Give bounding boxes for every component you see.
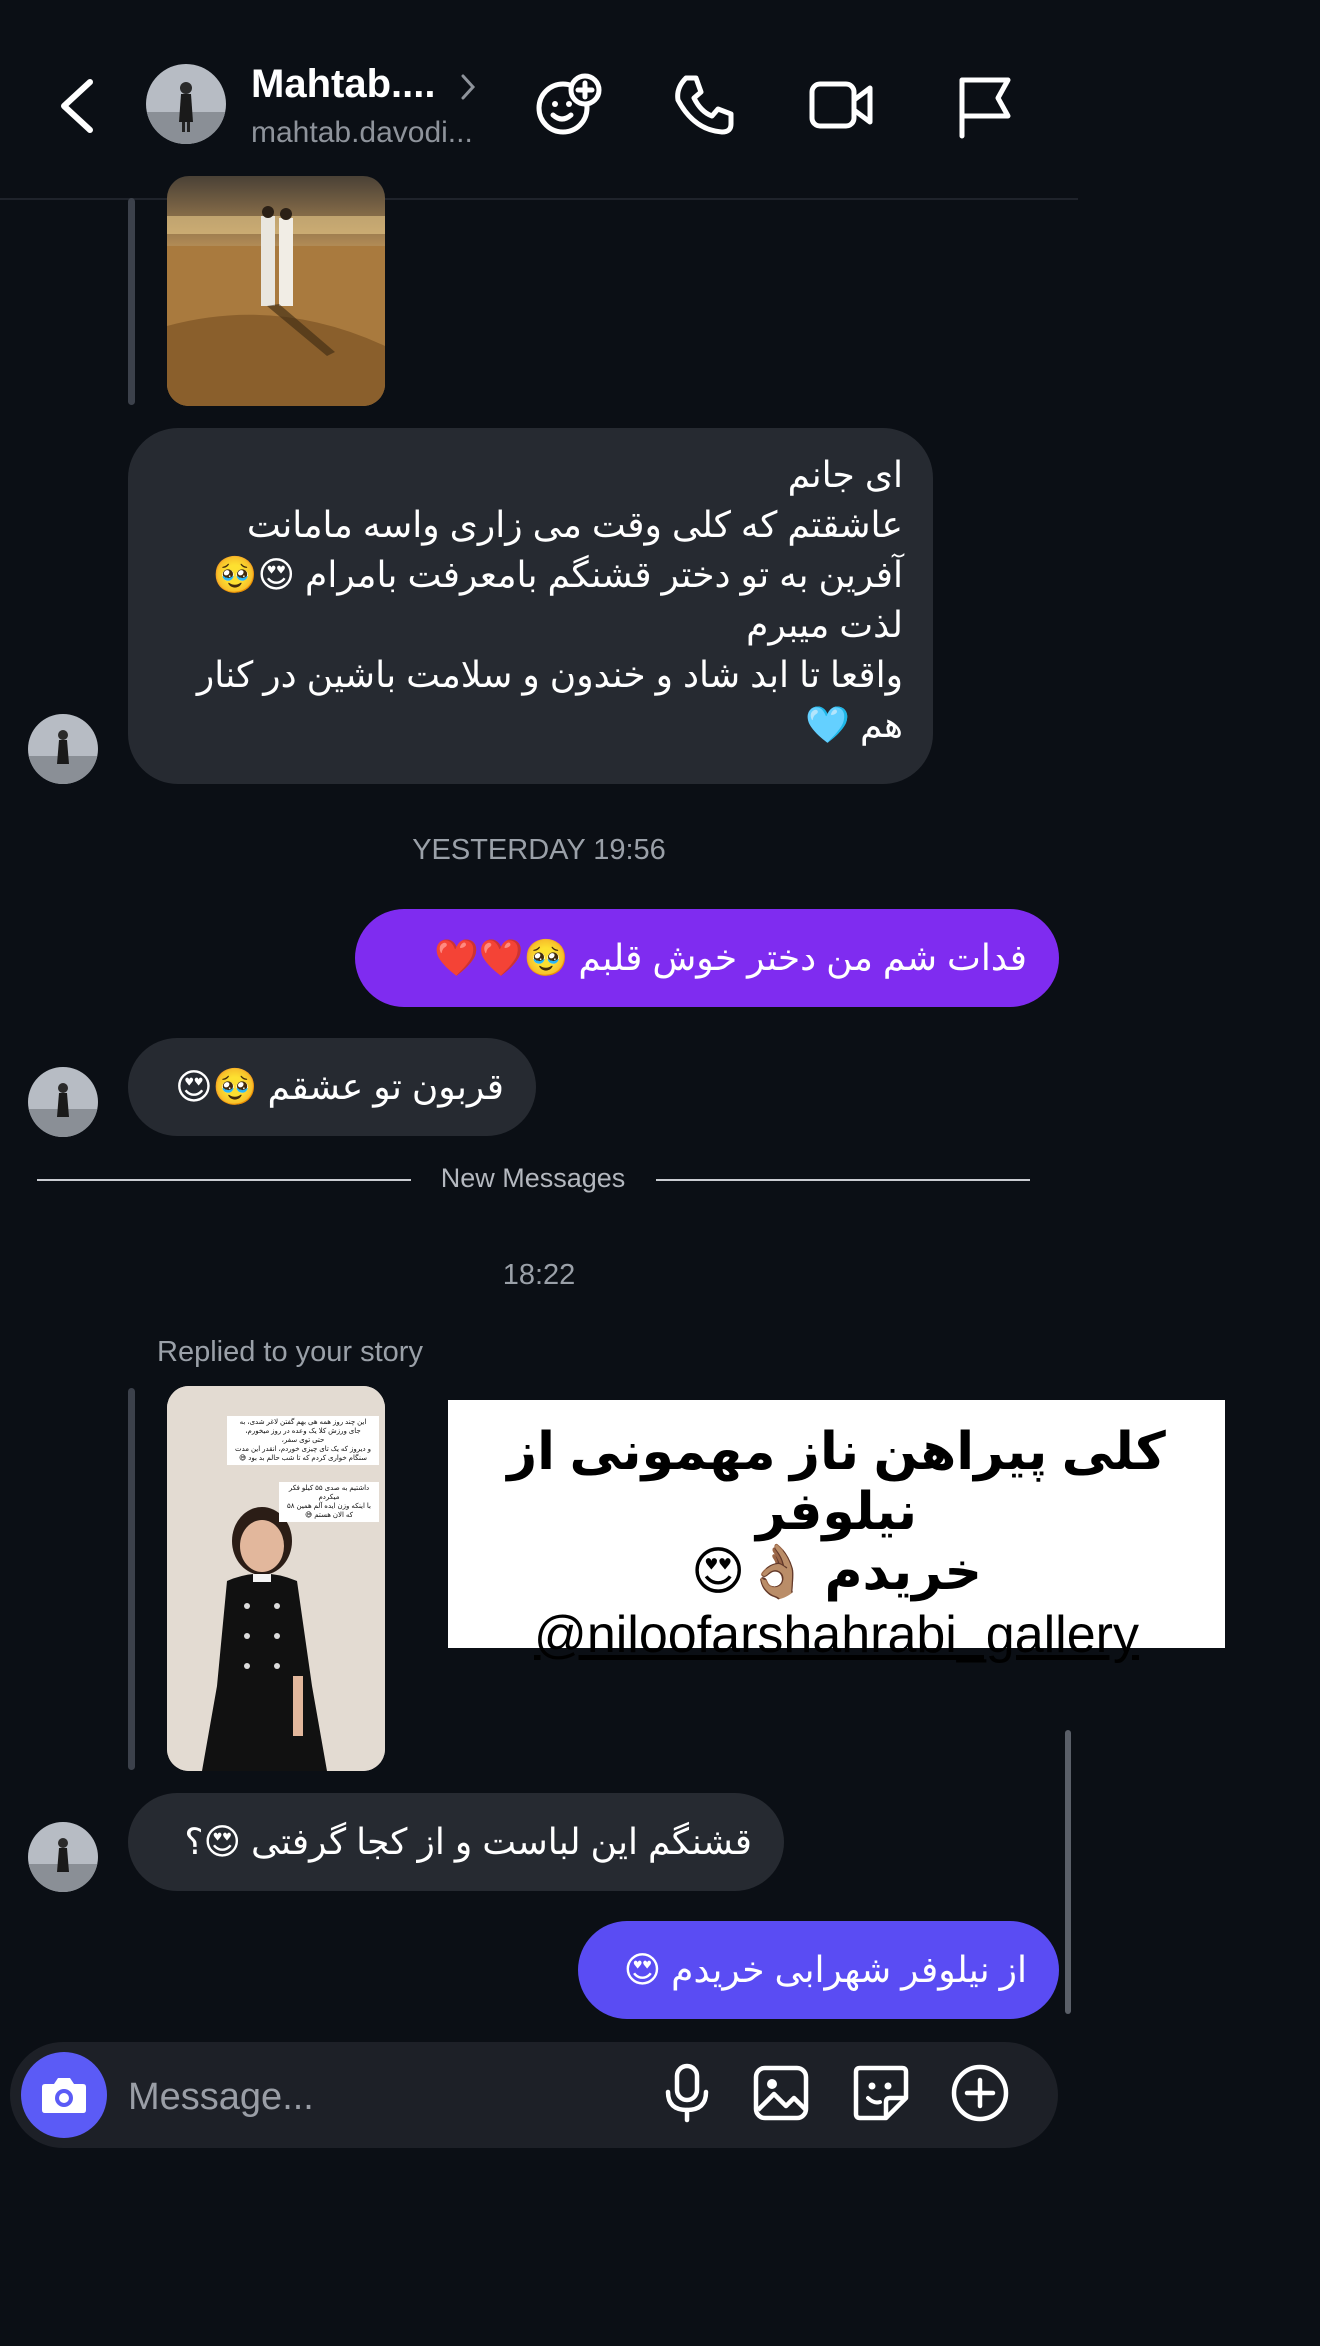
message-text: فدات شم من دختر خوش قلبم 🥹❤️❤️ (433, 937, 1027, 978)
avatar[interactable] (28, 714, 98, 784)
effects-icon[interactable] (533, 70, 603, 140)
camera-icon (42, 2078, 86, 2113)
sticker-icon[interactable] (848, 2060, 914, 2126)
scrollbar[interactable] (1065, 1730, 1071, 2014)
incoming-message-bubble[interactable]: قشنگم این لباست و از کجا گرفتی 😍؟ (128, 1793, 784, 1891)
flag-icon[interactable] (950, 70, 1020, 140)
chevron-right-icon[interactable] (458, 72, 478, 102)
story-caption-line: و دیروز که یک تای چیزی خوردم، انقدر این … (235, 1446, 371, 1453)
sticker-line: کلی پیراهن ناز مهمونی از نیلوفر (507, 1423, 1166, 1541)
contact-name[interactable]: Mahtab.... (251, 62, 435, 107)
story-caption-line: این چند روز همه هی بهم گفتن لاغر شدی، به (239, 1419, 367, 1426)
microphone-icon[interactable] (654, 2060, 720, 2126)
outgoing-message-bubble[interactable]: فدات شم من دختر خوش قلبم 🥹❤️❤️ (355, 909, 1059, 1007)
story-caption-line: داشتیم به صدی ۵۵ کیلو فکر (288, 1485, 370, 1492)
story-caption-line: که الان هستم 😅 (304, 1512, 353, 1519)
video-icon[interactable] (806, 70, 876, 140)
new-messages-label: New Messages (440, 1163, 626, 1193)
timestamp-separator: YESTERDAY 19:56 (412, 834, 666, 866)
sticker-line: خریدم 👌🏽😍 (691, 1543, 982, 1601)
gallery-icon[interactable] (748, 2060, 814, 2126)
incoming-message-bubble[interactable]: ای جانم عاشقتم که کلی وقت می زاری واسه م… (128, 428, 933, 784)
back-icon[interactable] (52, 76, 102, 136)
message-line: عاشقتم که کلی وقت می زاری واسه مامانت (246, 504, 903, 545)
message-line: آفرین به تو دختر قشنگم بامعرفت بامرام 😍🥹 (212, 554, 903, 595)
outgoing-message-bubble[interactable]: از نیلوفر شهرابی خریدم 😍 (578, 1921, 1059, 2019)
phone-icon[interactable] (668, 70, 738, 140)
story-caption-line: جای ورزش کلا یک وعده در روز میخورم، (245, 1428, 361, 1435)
camera-button[interactable] (21, 2052, 107, 2138)
avatar[interactable] (146, 64, 226, 144)
timestamp-separator: 18:22 (502, 1259, 576, 1291)
story-caption-line: حتی توی سفر، (281, 1437, 325, 1444)
reply-indicator-bar (128, 1388, 135, 1770)
divider-line (37, 1179, 411, 1181)
message-input[interactable] (126, 2066, 630, 2128)
avatar[interactable] (28, 1067, 98, 1137)
sticker-handle[interactable]: @niloofarshahrabi_gallery (448, 1602, 1225, 1668)
message-line: لذت میبرم (746, 604, 903, 645)
message-text: از نیلوفر شهرابی خریدم 😍 (623, 1949, 1027, 1990)
story-caption-line: با اینکه وزن ایده آلم همین ۵۸ (287, 1503, 371, 1510)
add-icon[interactable] (947, 2060, 1013, 2126)
story-caption-box: این چند روز همه هی بهم گفتن لاغر شدی، به… (227, 1416, 379, 1465)
message-text: قشنگم این لباست و از کجا گرفتی 😍؟ (184, 1821, 752, 1862)
story-caption-box: داشتیم به صدی ۵۵ کیلو فکر میکردم با اینک… (279, 1482, 379, 1522)
story-caption-line: سنگام خواری کردم که تا شب حالم بد بود 😅 (239, 1455, 367, 1462)
story-thumbnail-beach[interactable] (167, 176, 385, 406)
contact-username[interactable]: mahtab.davodi... (251, 116, 473, 150)
story-thumbnail[interactable]: این چند روز همه هی بهم گفتن لاغر شدی، به… (167, 1386, 385, 1771)
reply-indicator-bar (128, 198, 135, 405)
story-text-sticker[interactable]: کلی پیراهن ناز مهمونی از نیلوفر خریدم 👌🏽… (448, 1400, 1225, 1664)
incoming-message-bubble[interactable]: قربون تو عشقم 🥹😍 (128, 1038, 536, 1136)
divider-line (656, 1179, 1030, 1181)
message-line: واقعا تا ابد شاد و خندون و سلامت باشین د… (196, 654, 903, 745)
message-text: قربون تو عشقم 🥹😍 (175, 1066, 504, 1107)
replied-story-label: Replied to your story (157, 1336, 423, 1368)
story-caption-line: میکردم (318, 1494, 340, 1501)
message-line: ای جانم (787, 454, 903, 495)
avatar[interactable] (28, 1822, 98, 1892)
